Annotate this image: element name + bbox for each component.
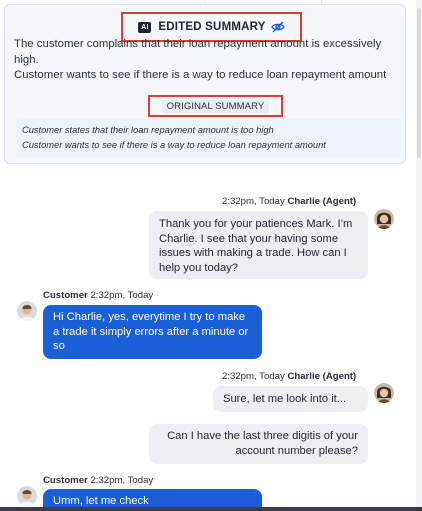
original-summary-line: Customer wants to see if there is a way …	[22, 139, 326, 150]
agent-message-bubble: Thank you for your patiences Mark. I’m C…	[149, 211, 368, 279]
message-time: 2:32pm, Today	[222, 371, 285, 382]
agent-message-bubble: Sure, let me look into it...	[213, 386, 368, 412]
summary-card: AI EDITED SUMMARY The customer complains…	[4, 4, 406, 164]
original-summary-line: Customer states that their loan repaymen…	[22, 125, 274, 135]
eye-off-icon[interactable]	[270, 20, 285, 34]
bottom-bar	[0, 507, 422, 511]
message-time: 2:32pm, Today	[90, 475, 154, 486]
customer-avatar	[17, 301, 37, 321]
message-time: 2:32pm, Today	[90, 290, 154, 301]
ai-badge-icon: AI	[138, 21, 152, 33]
message-time: 2:32pm, Today	[222, 196, 285, 207]
original-summary-title: ORIGINAL SUMMARY	[161, 99, 270, 113]
edited-summary-line: Customer wants to see if there is a way …	[14, 69, 387, 81]
message-sender: Charlie (Agent)	[287, 196, 357, 207]
message-meta: Customer 2:32pm, Today	[43, 475, 153, 486]
original-summary-box: Customer states that their loan repaymen…	[16, 119, 401, 158]
customer-message-bubble: Hi Charlie, yes, everytime I try to make…	[43, 305, 262, 359]
agent-avatar	[374, 383, 394, 403]
agent-avatar	[374, 209, 394, 229]
scrollbar-thumb[interactable]	[417, 8, 421, 158]
edited-summary-text: The customer complains that their loan r…	[14, 37, 399, 84]
original-summary-header: ORIGINAL SUMMARY	[148, 95, 283, 117]
edited-summary-title: EDITED SUMMARY	[158, 21, 266, 33]
message-meta: 2:32pm, Today Charlie (Agent)	[222, 371, 356, 382]
message-sender: Customer	[43, 290, 88, 301]
customer-avatar	[17, 486, 37, 506]
original-summary-text: Customer states that their loan repaymen…	[22, 123, 397, 152]
message-meta: 2:32pm, Today Charlie (Agent)	[222, 196, 356, 207]
message-meta: Customer 2:32pm, Today	[43, 290, 153, 301]
edited-summary-line: The customer complains that their loan r…	[14, 38, 382, 66]
message-sender: Customer	[43, 475, 88, 486]
scrollbar[interactable]	[416, 0, 422, 511]
agent-message-bubble: Can I have the last three digitis of you…	[149, 424, 368, 464]
message-sender: Charlie (Agent)	[287, 371, 357, 382]
